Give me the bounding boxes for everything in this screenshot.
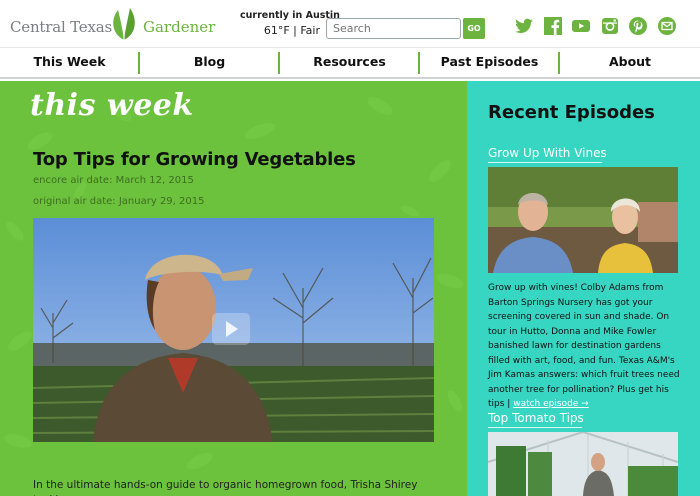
section-heading: this week [30,88,194,123]
weather-label: currently in Austin [240,10,340,21]
search-go-button[interactable]: GO [463,18,485,39]
site-header: Central Texas Gardener currently in Aust… [0,0,700,47]
article-title[interactable]: Top Tips for Growing Vegetables [33,149,356,170]
episode-description-text: Grow up with vines! Colby Adams from Bar… [488,283,680,409]
encore-air-date: encore air date: March 12, 2015 [33,175,194,186]
article-body: In the ultimate hands-on guide to organi… [33,479,418,496]
leaf-logo-icon [113,8,135,40]
play-button[interactable] [212,313,250,345]
watch-episode-link[interactable]: watch episode → [513,399,589,409]
nav-item-about[interactable]: About [560,48,700,78]
youtube-icon[interactable] [571,16,591,36]
episode-title: Grow Up With Vines [488,146,607,160]
episode-title: Top Tomato Tips [488,411,584,425]
nav-item-past-episodes[interactable]: Past Episodes [420,48,559,78]
episode-title-link[interactable]: Top Tomato Tips [488,411,584,428]
episode-image [488,167,678,273]
site-logo[interactable]: Central Texas Gardener [10,4,215,42]
sidebar-title: Recent Episodes [488,102,655,123]
email-icon[interactable] [657,16,677,36]
pinterest-icon[interactable] [628,16,648,36]
episode-title-link[interactable]: Grow Up With Vines [488,146,607,163]
instagram-icon[interactable] [600,16,620,36]
facebook-icon[interactable] [543,16,563,36]
play-icon [226,321,238,337]
nav-item-resources[interactable]: Resources [280,48,419,78]
episode-thumbnail[interactable] [488,432,678,496]
nav-item-blog[interactable]: Blog [140,48,279,78]
weather-reading: 61°F | Fair [263,24,320,37]
logo-text-central-texas: Central Texas [10,18,112,36]
original-air-date: original air date: January 29, 2015 [33,196,205,207]
weather-widget: currently in Austin 61°F | Fair [240,10,340,37]
episode-thumbnail[interactable] [488,167,678,273]
episode-description: Grow up with vines! Colby Adams from Bar… [488,281,684,412]
main-nav: This Week Blog Resources Past Episodes A… [0,47,700,79]
twitter-icon[interactable] [514,16,534,36]
main-content: this week Top Tips for Growing Vegetable… [0,81,467,496]
recent-episodes-sidebar: Recent Episodes Grow Up With Vines Grow … [467,81,700,496]
logo-text-gardener: Gardener [143,18,216,36]
episode-image [488,432,678,496]
search-input[interactable] [326,18,461,39]
nav-item-this-week[interactable]: This Week [0,48,139,78]
